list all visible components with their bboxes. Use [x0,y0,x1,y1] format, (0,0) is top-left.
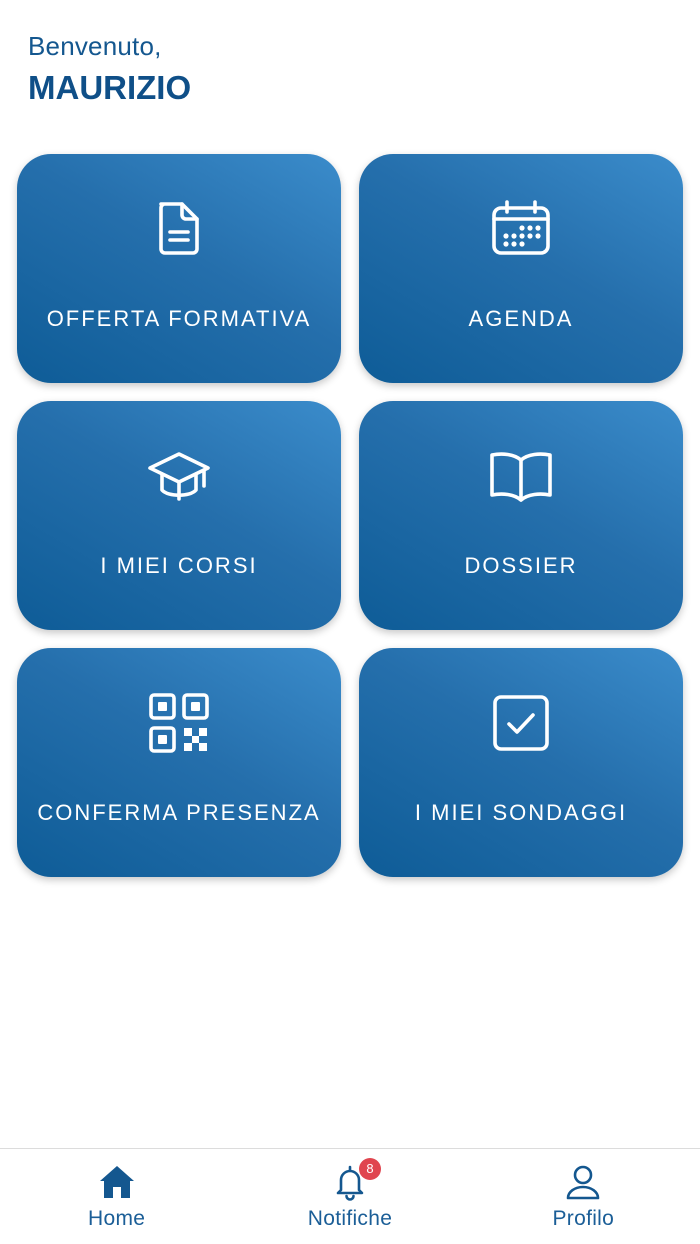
tile-conferma-presenza[interactable]: CONFERMA PRESENZA [17,648,341,877]
home-screen: Benvenuto, MAURIZIO OFFERTA FORMATIVA AG… [0,0,700,1244]
open-book-icon [486,441,556,511]
checkbox-icon [486,688,556,758]
tab-label: Home [88,1207,146,1230]
bottom-tab-bar: Home 8 Notifiche Profilo [0,1148,700,1244]
tab-label: Notifiche [307,1207,393,1230]
tile-dossier[interactable]: DOSSIER [359,401,683,630]
tile-label: DOSSIER [464,553,578,578]
tile-offerta-formativa[interactable]: OFFERTA FORMATIVA [17,154,341,383]
tab-home[interactable]: Home [0,1149,233,1244]
graduation-cap-icon [144,441,214,511]
tile-i-miei-corsi[interactable]: I MIEI CORSI [17,401,341,630]
greeting-text: Benvenuto, [28,31,162,61]
user-name: MAURIZIO [28,69,192,106]
qr-code-icon [144,688,214,758]
document-icon [144,194,214,264]
home-icon [98,1163,136,1201]
greeting-block: Benvenuto, MAURIZIO [28,30,191,110]
calendar-icon [486,194,556,264]
tab-notifiche[interactable]: 8 Notifiche [233,1149,466,1244]
notification-badge: 8 [358,1158,381,1180]
tile-agenda[interactable]: AGENDA [359,154,683,383]
tile-label: AGENDA [468,306,574,331]
tile-label: OFFERTA FORMATIVA [46,306,312,331]
tile-label: CONFERMA PRESENZA [37,800,321,825]
user-icon [564,1163,602,1201]
bell-icon: 8 [331,1158,381,1201]
tile-i-miei-sondaggi[interactable]: I MIEI SONDAGGI [359,648,683,877]
tab-profilo[interactable]: Profilo [467,1149,700,1244]
tab-label: Profilo [552,1207,615,1230]
menu-grid: OFFERTA FORMATIVA AGENDA I MIEI CORSI DO… [17,154,683,877]
tile-label: I MIEI CORSI [100,553,258,578]
tile-label: I MIEI SONDAGGI [414,800,628,825]
